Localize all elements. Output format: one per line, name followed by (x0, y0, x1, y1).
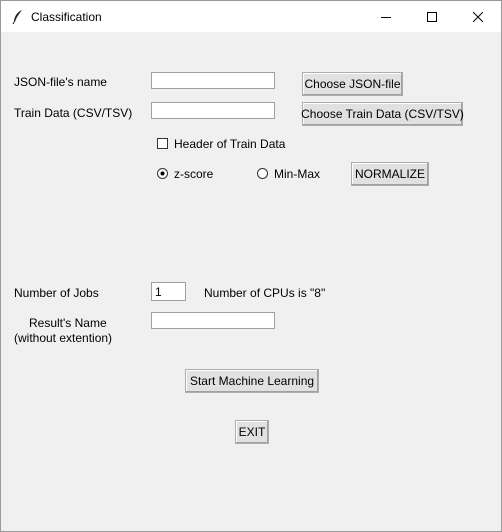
close-icon (473, 11, 483, 22)
app-window: Classification JSON-file's name Choose J… (0, 0, 502, 532)
maximize-icon (427, 11, 437, 22)
train-data-label: Train Data (CSV/TSV) (14, 106, 133, 120)
normalize-button[interactable]: NORMALIZE (351, 162, 429, 186)
header-checkbox-label: Header of Train Data (174, 137, 286, 151)
maximize-button[interactable] (409, 1, 455, 32)
minmax-radio[interactable] (257, 168, 268, 179)
title-bar: Classification (1, 1, 501, 32)
minmax-radio-label: Min-Max (274, 167, 321, 181)
header-checkbox[interactable] (157, 138, 168, 149)
zscore-radio[interactable] (157, 168, 168, 179)
jobs-label: Number of Jobs (14, 286, 99, 300)
window-title: Classification (31, 10, 102, 24)
choose-train-data-button[interactable]: Choose Train Data (CSV/TSV) (301, 102, 464, 126)
zscore-radio-label: z-score (174, 167, 214, 181)
json-file-label: JSON-file's name (14, 75, 107, 89)
json-file-input[interactable] (151, 72, 275, 89)
jobs-input[interactable] (151, 282, 186, 301)
close-button[interactable] (455, 1, 501, 32)
result-name-input[interactable] (151, 312, 275, 329)
result-name-sublabel: (without extention) (14, 331, 113, 345)
feather-icon (12, 10, 22, 25)
minimize-button[interactable] (363, 1, 409, 32)
cpus-info: Number of CPUs is "8" (204, 286, 326, 300)
start-machine-learning-button[interactable]: Start Machine Learning (185, 369, 319, 393)
minimize-icon (381, 16, 391, 18)
choose-json-button[interactable]: Choose JSON-file (302, 72, 403, 96)
train-data-input[interactable] (151, 102, 275, 119)
result-name-label: Result's Name (29, 316, 107, 330)
exit-button[interactable]: EXIT (235, 420, 269, 444)
